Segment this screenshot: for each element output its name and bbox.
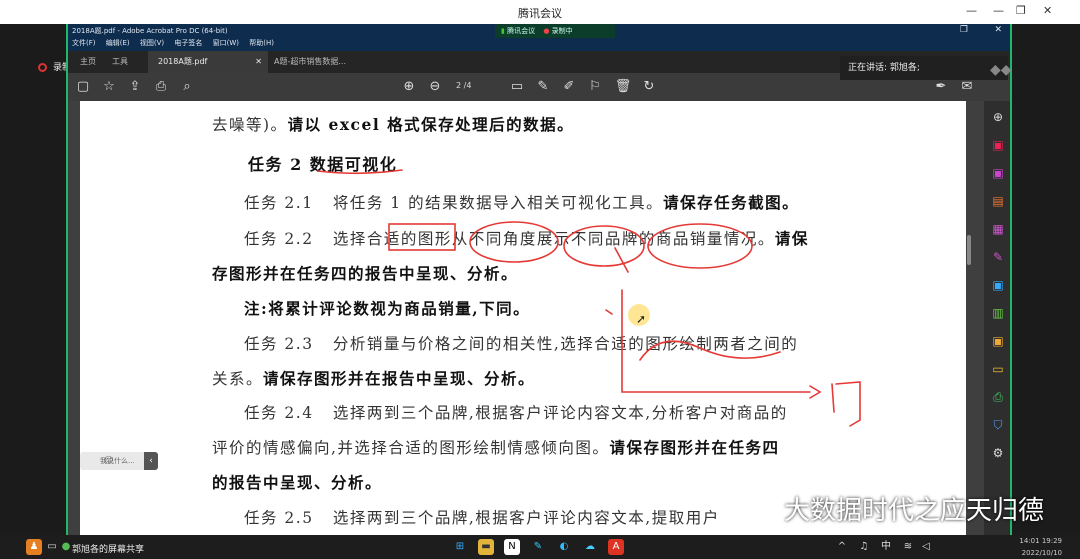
taskbar: ♟ ▭ ● 郭旭各的屏幕共享 ⊞ ▬ N ✎ ◐ ☁ A ^ ♫ 中 ≋ ◁ 1… [0,535,1080,559]
print-production-icon[interactable]: ⎙ [990,389,1006,405]
clock-time-small: 19:29 [1041,537,1062,545]
windows-start-icon[interactable]: ⊞ [452,539,468,555]
curve-annotation [639,340,781,361]
file-explorer-icon[interactable]: ▬ [478,539,494,555]
system-clock[interactable]: 14:01 19:29 2022/10/10 [1019,535,1062,559]
wechat-logo-icon [729,496,755,516]
mouse-cursor-icon: ➚ [636,312,647,326]
acrobat-icon[interactable]: A [608,539,624,555]
circle-annotation-2 [563,225,645,267]
circle-annotation-1 [469,221,559,263]
text-scribble-annotation [831,381,861,427]
mic-tray-icon[interactable]: ♫ [856,539,872,555]
scan-icon[interactable]: ▣ [990,333,1006,349]
circle-annotation-3 [647,223,753,269]
edit-pdf-icon[interactable]: ▣ [990,165,1006,181]
clock-time: 14:01 [1019,537,1040,545]
chevron-up-icon[interactable]: ^ [834,539,850,555]
volume-icon[interactable]: ◁ [918,539,934,555]
smile-icon: ☺ [104,456,114,466]
tick-annotation [605,309,613,315]
collapse-chevron-icon[interactable]: ‹ [144,452,158,470]
zoom-tool-icon[interactable]: ⊕ [990,109,1006,125]
box-annotation [388,223,456,251]
comment-input-pill[interactable]: ☺ 我说什么... ‹ [80,452,158,470]
pen-annotations [317,169,861,427]
underline-annotation [317,169,403,175]
wifi-icon[interactable]: ≋ [900,539,916,555]
right-sidebar-area [1012,24,1080,535]
create-pdf-icon[interactable]: ▦ [990,221,1006,237]
share-border-left [66,24,68,535]
meeting-logo-icon: ◆◆ [990,62,1012,78]
axes-annotation [621,289,811,393]
comment-tool-icon[interactable]: ▭ [990,361,1006,377]
protect-icon[interactable]: ⛉ [990,417,1006,433]
export-pdf-icon[interactable]: ▣ [990,137,1006,153]
arrow-annotation [809,385,822,399]
pen-app-icon[interactable]: ✎ [530,539,546,555]
more-tools-icon[interactable]: ⚙ [990,445,1006,461]
edge-icon[interactable]: ◐ [556,539,572,555]
fill-sign-icon[interactable]: ✎ [990,249,1006,265]
acrobat-tools-panel: ⊕ ▣ ▣ ▤ ▦ ✎ ▣ ▥ ▣ ▭ ⎙ ⛉ ⚙ [984,101,1012,535]
v-mark-annotation [614,247,629,273]
share-label: 郭旭各的屏幕共享 [72,545,145,555]
notion-icon[interactable]: N [504,539,520,555]
clock-date: 2022/10/10 [1021,549,1062,557]
ime-indicator[interactable]: 中 [878,539,894,555]
person-icon[interactable]: ♟ [26,539,42,555]
meeting-app-icon[interactable]: ☁ [582,539,598,555]
organize-icon[interactable]: ▤ [990,193,1006,209]
compare-icon[interactable]: ▥ [990,305,1006,321]
send-icon[interactable]: ▣ [990,277,1006,293]
speaking-indicator: 正在讲话: 郭旭各; [840,56,1008,80]
watermark-text: 大数据时代之应天归德 [784,496,1045,526]
